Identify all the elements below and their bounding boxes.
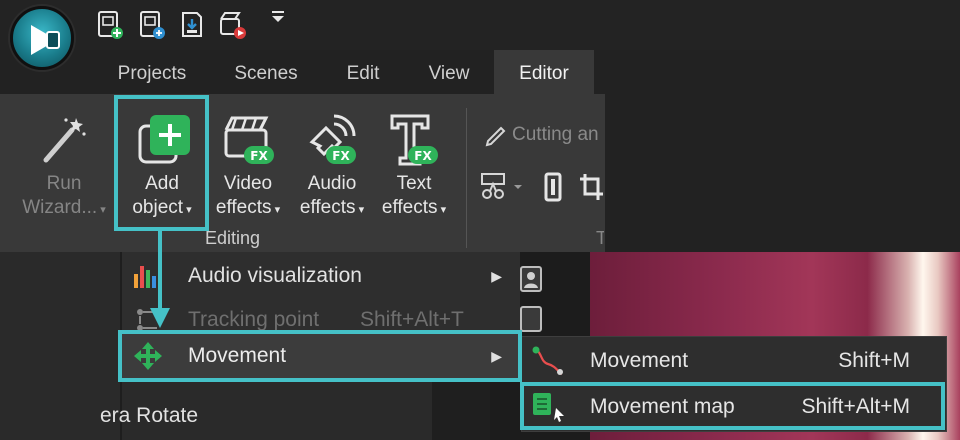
strip-page-icon[interactable] bbox=[520, 306, 542, 332]
save-project-icon[interactable] bbox=[178, 10, 206, 40]
submenu-item-movement-map[interactable]: Movement map Shift+Alt+M bbox=[522, 384, 948, 430]
add-object-icon bbox=[136, 112, 196, 173]
movement-submenu: Movement Shift+M Movement map Shift+Alt+… bbox=[521, 336, 947, 432]
add-object-label-1: Add bbox=[145, 173, 179, 194]
pencil-icon bbox=[484, 124, 508, 153]
app-logo-icon[interactable] bbox=[10, 6, 74, 70]
tab-view[interactable]: View bbox=[414, 50, 484, 94]
add-object-button[interactable]: Add object ▾ bbox=[116, 172, 208, 222]
text-fx-badge: FX bbox=[414, 149, 432, 163]
run-wizard-button[interactable]: Run Wizard... ▾ bbox=[14, 172, 114, 222]
submenu-arrow-icon: ▶ bbox=[491, 268, 502, 284]
add-object-label-2: object ▾ bbox=[132, 197, 192, 218]
text-effects-label-1: Text bbox=[396, 173, 432, 194]
movement-shortcut: Shift+M bbox=[838, 349, 910, 372]
text-effects-icon: FX bbox=[386, 112, 442, 173]
crop-icon[interactable] bbox=[578, 172, 605, 207]
quick-access-dropdown-icon[interactable] bbox=[270, 10, 286, 27]
run-wizard-label-1: Run bbox=[46, 173, 82, 194]
movement-label: Movement bbox=[188, 344, 287, 367]
video-effects-icon: FX bbox=[222, 112, 278, 173]
video-effects-label-2: effects ▾ bbox=[215, 197, 281, 218]
audio-effects-button[interactable]: Audio effects ▾ bbox=[292, 172, 372, 222]
audio-fx-badge: FX bbox=[332, 149, 350, 163]
scissors-icon[interactable] bbox=[480, 172, 524, 207]
text-effects-button[interactable]: Text effects ▾ bbox=[374, 172, 454, 222]
tab-edit[interactable]: Edit bbox=[328, 50, 398, 94]
text-effects-label-2: effects ▾ bbox=[381, 197, 447, 218]
run-wizard-label-2: Wizard... ▾ bbox=[22, 197, 106, 218]
tab-projects[interactable]: Projects bbox=[104, 50, 200, 94]
tools-group-label: T bbox=[596, 228, 604, 248]
new-project-icon[interactable] bbox=[96, 10, 124, 40]
submenu-item-movement[interactable]: Movement Shift+M bbox=[522, 338, 948, 384]
strip-person-icon[interactable] bbox=[520, 266, 542, 292]
export-video-icon[interactable] bbox=[218, 10, 246, 40]
editing-group-label: Editing bbox=[205, 228, 261, 248]
audio-effects-label-1: Audio bbox=[307, 173, 357, 194]
audio-effects-icon: FX bbox=[304, 112, 360, 173]
tab-editor[interactable]: Editor bbox=[494, 50, 594, 94]
movement-map-shortcut: Shift+Alt+M bbox=[801, 395, 910, 418]
submenu-arrow-icon: ▶ bbox=[491, 348, 502, 364]
menu-item-movement[interactable]: Movement ▶ bbox=[122, 334, 520, 378]
cutting-and-splitting-label[interactable]: Cutting an bbox=[512, 124, 630, 146]
open-project-icon[interactable] bbox=[138, 10, 166, 40]
audio-effects-label-2: effects ▾ bbox=[299, 197, 365, 218]
movement-submenu-label: Movement bbox=[590, 349, 689, 372]
menu-item-audio-visualization[interactable]: Audio visualization ▶ bbox=[122, 254, 520, 298]
add-object-menu: Audio visualization ▶ Tracking point Shi… bbox=[122, 252, 520, 382]
pointer-arrow-icon bbox=[150, 230, 170, 328]
movement-map-icon bbox=[530, 390, 566, 440]
move-arrows-icon bbox=[132, 340, 164, 388]
split-icon[interactable] bbox=[542, 172, 564, 207]
ribbon-group-separator bbox=[466, 108, 467, 248]
list-item[interactable]: era Rotate bbox=[100, 404, 198, 428]
tab-scenes[interactable]: Scenes bbox=[218, 50, 314, 94]
audio-visualization-label: Audio visualization bbox=[188, 264, 362, 287]
video-effects-button[interactable]: Video effects ▾ bbox=[212, 172, 284, 222]
video-fx-badge: FX bbox=[250, 149, 268, 163]
magic-wand-icon bbox=[38, 112, 88, 169]
video-effects-label-1: Video bbox=[223, 173, 273, 194]
movement-map-label: Movement map bbox=[590, 395, 735, 418]
